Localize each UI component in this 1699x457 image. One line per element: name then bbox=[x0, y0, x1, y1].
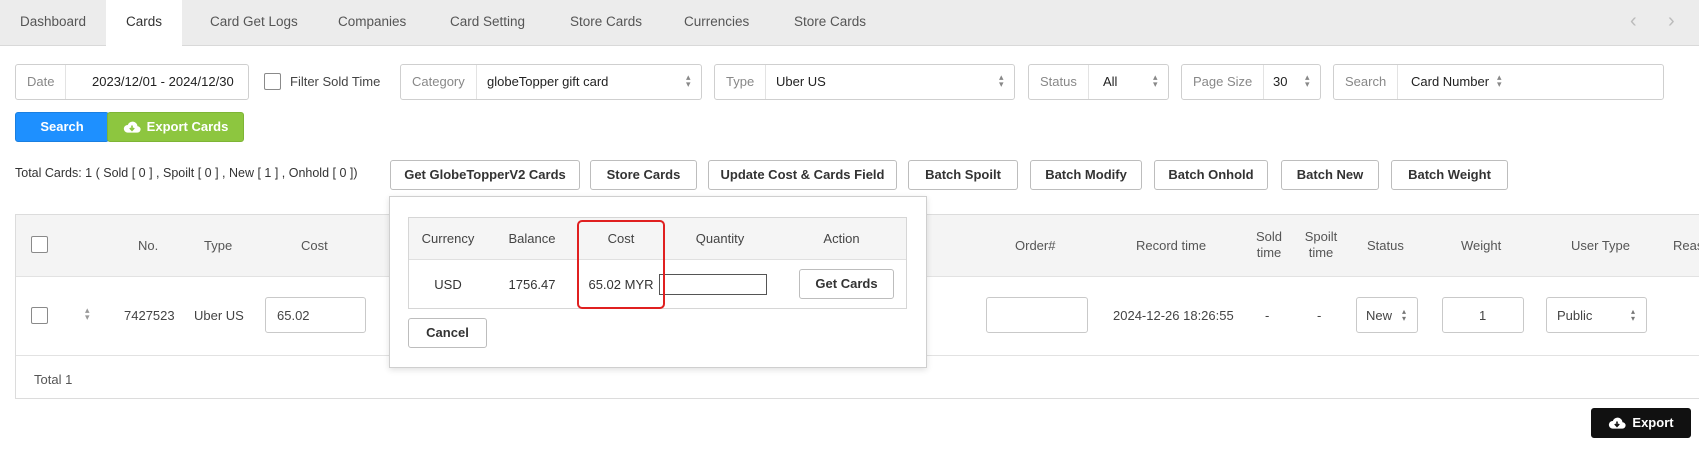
total-cards-summary: Total Cards: 1 ( Sold [ 0 ] , Spoilt [ 0… bbox=[15, 166, 358, 180]
filter-sold-time-label: Filter Sold Time bbox=[290, 74, 381, 89]
chevron-left-icon[interactable]: ‹ bbox=[1630, 10, 1637, 33]
batch-onhold-button[interactable]: Batch Onhold bbox=[1154, 160, 1268, 190]
row-checkbox[interactable] bbox=[31, 307, 48, 324]
quantity-input[interactable] bbox=[659, 274, 767, 295]
header-user-type: User Type bbox=[1571, 238, 1631, 253]
select-arrows-icon: ▴ ▾ bbox=[1305, 72, 1310, 89]
batch-weight-button[interactable]: Batch Weight bbox=[1391, 160, 1508, 190]
cost-highlight-box bbox=[577, 220, 665, 309]
popup-header-currency: Currency bbox=[421, 231, 475, 246]
get-globetopperv2-cards-button[interactable]: Get GlobeTopperV2 Cards bbox=[390, 160, 580, 190]
tab-store-cards[interactable]: Store Cards bbox=[550, 0, 662, 46]
cloud-download-icon bbox=[123, 121, 141, 133]
filter-sold-time-checkbox[interactable] bbox=[264, 73, 281, 90]
header-cost: Cost bbox=[301, 238, 328, 253]
weight-input[interactable]: 1 bbox=[1442, 297, 1524, 333]
select-arrows-icon: ▴ ▾ bbox=[1153, 72, 1158, 89]
date-range-value[interactable]: 2023/12/01 - 2024/12/30 bbox=[92, 65, 234, 99]
select-arrows-icon: ▴ ▾ bbox=[686, 72, 691, 89]
category-value: globeTopper gift card bbox=[487, 74, 609, 89]
batch-new-button[interactable]: Batch New bbox=[1281, 160, 1379, 190]
header-weight: Weight bbox=[1461, 238, 1502, 253]
date-range-filter[interactable]: Date 2023/12/01 - 2024/12/30 bbox=[15, 64, 249, 100]
header-spoilt-time: Spoilt time bbox=[1304, 229, 1338, 260]
header-sold-time: Sold time bbox=[1255, 229, 1283, 260]
cloud-download-icon bbox=[1609, 417, 1627, 429]
tab-card-setting[interactable]: Card Setting bbox=[430, 0, 545, 46]
search-field-select[interactable]: Card Number bbox=[1411, 65, 1489, 99]
tab-dashboard[interactable]: Dashboard bbox=[0, 0, 106, 46]
search-label: Search bbox=[1334, 65, 1399, 99]
type-select[interactable]: Type Uber US ▴ ▾ bbox=[714, 64, 1015, 100]
chevron-right-icon[interactable]: › bbox=[1668, 10, 1675, 33]
select-arrows-icon: ▴ ▾ bbox=[1497, 72, 1502, 89]
popup-row-balance: 1756.47 bbox=[508, 277, 556, 292]
row-spoilt-time: - bbox=[1317, 308, 1322, 323]
tab-store-cards-2[interactable]: Store Cards bbox=[774, 0, 886, 46]
row-record-time: 2024-12-26 18:26:55 bbox=[1113, 308, 1234, 323]
tab-bar: Dashboard Cards Card Get Logs Companies … bbox=[0, 0, 1699, 47]
update-cost-cards-field-button[interactable]: Update Cost & Cards Field bbox=[708, 160, 897, 190]
get-cards-popup: Currency Balance Cost Quantity Action US… bbox=[389, 196, 927, 368]
status-select[interactable]: New ▴ ▾ bbox=[1356, 297, 1418, 333]
user-type-value: Public bbox=[1557, 308, 1593, 323]
page-size-select[interactable]: Page Size 30 ▴ ▾ bbox=[1181, 64, 1321, 100]
store-cards-button[interactable]: Store Cards bbox=[590, 160, 697, 190]
page-size-value: 30 bbox=[1273, 74, 1288, 89]
select-all-checkbox[interactable] bbox=[31, 236, 48, 253]
header-order: Order# bbox=[1015, 238, 1056, 253]
type-label: Type bbox=[715, 65, 767, 99]
row-no: 7427523 bbox=[124, 308, 175, 323]
batch-spoilt-button[interactable]: Batch Spoilt bbox=[908, 160, 1018, 190]
tab-currencies[interactable]: Currencies bbox=[664, 0, 769, 46]
table-total: Total 1 bbox=[34, 372, 73, 387]
tab-card-get-logs[interactable]: Card Get Logs bbox=[190, 0, 318, 46]
cancel-button[interactable]: Cancel bbox=[408, 318, 487, 348]
status-select[interactable]: Status All ▴ ▾ bbox=[1028, 64, 1169, 100]
search-button[interactable]: Search bbox=[15, 112, 109, 142]
get-cards-button[interactable]: Get Cards bbox=[799, 269, 894, 299]
cost-input[interactable]: 65.02 bbox=[265, 297, 366, 333]
header-reason: Reas bbox=[1673, 238, 1699, 253]
export-cards-label: Export Cards bbox=[146, 119, 229, 134]
export-cards-button[interactable]: Export Cards bbox=[107, 112, 244, 142]
cost-input-value: 65.02 bbox=[277, 308, 310, 323]
category-label: Category bbox=[401, 65, 477, 99]
status-value: All bbox=[1103, 74, 1118, 89]
weight-input-value: 1 bbox=[1479, 308, 1487, 323]
header-no: No. bbox=[138, 238, 159, 253]
header-status: Status bbox=[1367, 238, 1404, 253]
row-sold-time: - bbox=[1265, 308, 1270, 323]
tab-cards[interactable]: Cards bbox=[106, 0, 183, 47]
popup-header-quantity: Quantity bbox=[695, 231, 745, 246]
select-arrows-icon: ▴ ▾ bbox=[1631, 307, 1636, 323]
popup-header-action: Action bbox=[823, 231, 860, 246]
select-arrows-icon: ▴ ▾ bbox=[1402, 307, 1407, 323]
user-type-select[interactable]: Public ▴ ▾ bbox=[1546, 297, 1647, 333]
type-value: Uber US bbox=[776, 74, 826, 89]
popup-header-balance: Balance bbox=[508, 231, 556, 246]
category-select[interactable]: Category globeTopper gift card ▴ ▾ bbox=[400, 64, 702, 100]
export-button[interactable]: Export bbox=[1591, 408, 1691, 438]
order-input[interactable] bbox=[986, 297, 1088, 333]
currency-table: Currency Balance Cost Quantity Action US… bbox=[408, 217, 907, 309]
date-label: Date bbox=[16, 65, 67, 99]
row-type: Uber US bbox=[194, 308, 244, 323]
sort-arrows-icon[interactable]: ▴ ▾ bbox=[85, 306, 90, 322]
status-select-value: New bbox=[1366, 308, 1393, 323]
search-box[interactable]: Search Card Number ▴ ▾ bbox=[1333, 64, 1664, 100]
status-label: Status bbox=[1029, 65, 1089, 99]
page-size-label: Page Size bbox=[1182, 65, 1265, 99]
batch-modify-button[interactable]: Batch Modify bbox=[1030, 160, 1142, 190]
tab-companies[interactable]: Companies bbox=[318, 0, 426, 46]
header-record-time: Record time bbox=[1136, 238, 1207, 253]
header-type: Type bbox=[204, 238, 233, 253]
select-arrows-icon: ▴ ▾ bbox=[999, 72, 1004, 89]
popup-row-currency: USD bbox=[434, 277, 462, 292]
export-label: Export bbox=[1632, 415, 1674, 430]
